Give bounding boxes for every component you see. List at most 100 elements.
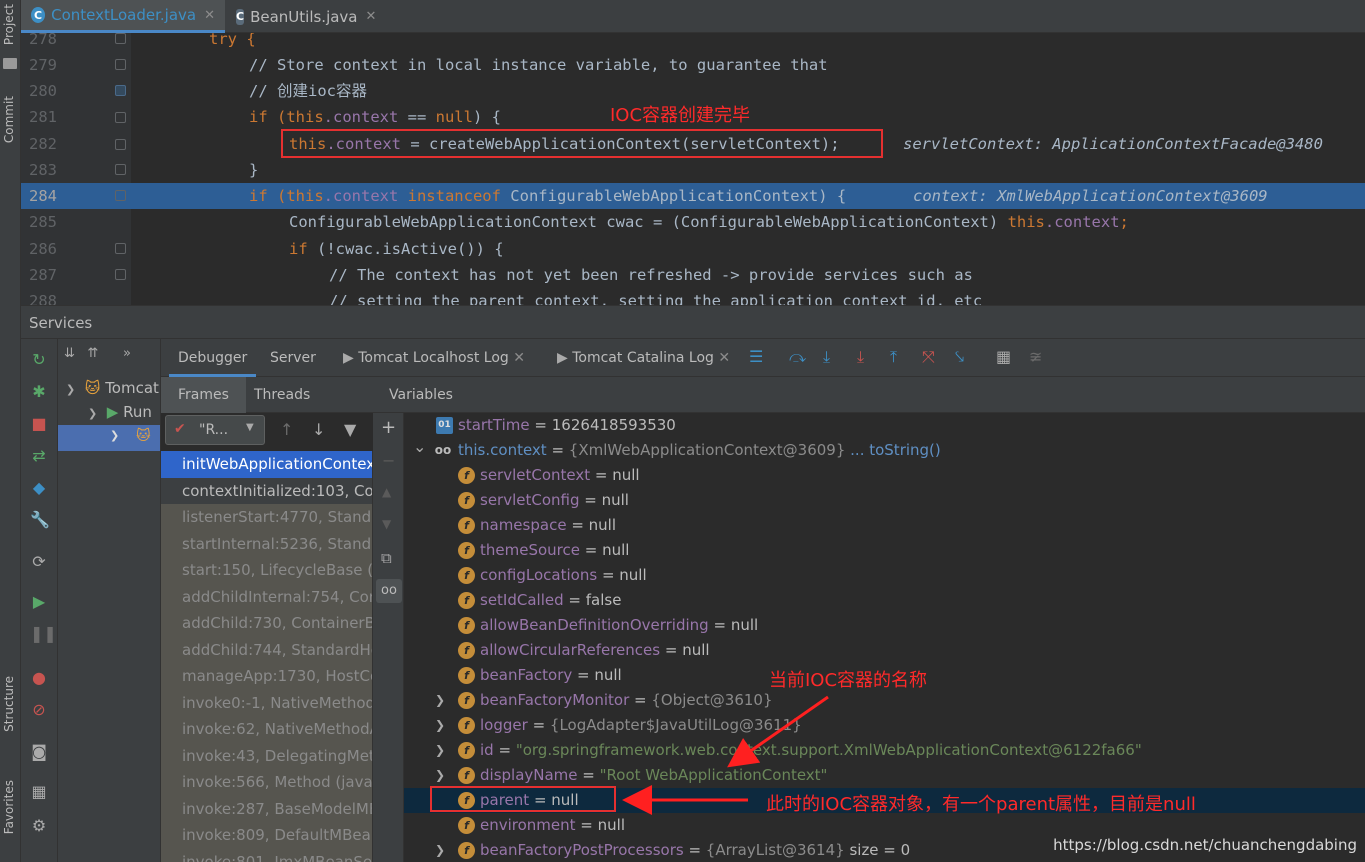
remove-watch-icon[interactable]: − xyxy=(382,451,395,470)
variable-row[interactable]: f themeSource = null xyxy=(404,538,1365,563)
trace-icon[interactable]: ≆ xyxy=(1029,347,1042,366)
code-editor[interactable]: 278 try { 279// Store context in local in… xyxy=(21,33,1365,305)
variable-row[interactable]: 01 startTime = 1626418593530 xyxy=(404,413,1365,438)
fold-marker-icon[interactable] xyxy=(115,243,126,254)
fold-marker-icon[interactable] xyxy=(115,164,126,175)
variable-row[interactable]: f setIdCalled = false xyxy=(404,588,1365,613)
commit-tool-tab[interactable]: Commit xyxy=(2,96,16,143)
tree-item-tomcat[interactable]: ❯ 🐱 Tomcat xyxy=(66,376,159,400)
frame-item[interactable]: contextInitialized:103, Cor xyxy=(161,478,372,505)
layout-icon[interactable]: ▦ xyxy=(30,783,48,801)
tostring-link[interactable]: ... toString() xyxy=(845,441,941,459)
close-icon[interactable]: ✕ xyxy=(718,350,730,366)
more-icon[interactable]: » xyxy=(123,346,131,361)
variable-row[interactable]: f servletConfig = null xyxy=(404,488,1365,513)
chevron-down-icon[interactable]: ⌄ xyxy=(413,434,426,459)
copy-icon[interactable]: ⧉ xyxy=(381,549,392,567)
frame-item[interactable]: invoke:43, DelegatingMet xyxy=(161,742,372,769)
tab-beanutils[interactable]: C BeanUtils.java ✕ xyxy=(226,0,386,33)
artifact-icon[interactable]: ◆ xyxy=(30,479,48,497)
tab-localhost-log[interactable]: ▶ Tomcat Localhost Log ✕ xyxy=(343,339,525,377)
frame-item[interactable]: startInternal:5236, Standa xyxy=(161,530,372,557)
view-breakpoints-icon[interactable]: ● xyxy=(30,669,48,687)
variable-row[interactable]: f servletContext = null xyxy=(404,463,1365,488)
frame-item[interactable]: addChild:744, StandardHo xyxy=(161,636,372,663)
chevron-right-icon[interactable]: ❯ xyxy=(435,738,445,763)
variable-row[interactable]: f namespace = null xyxy=(404,513,1365,538)
variable-row[interactable]: ❯ f logger = {LogAdapter$JavaUtilLog@3611} xyxy=(404,713,1365,738)
variable-row[interactable]: f configLocations = null xyxy=(404,563,1365,588)
tab-catalina-log[interactable]: ▶ Tomcat Catalina Log ✕ xyxy=(557,339,730,377)
chevron-right-icon[interactable]: ❯ xyxy=(435,763,445,788)
move-down-icon[interactable]: ▼ xyxy=(382,517,391,531)
chevron-right-icon[interactable]: ❯ xyxy=(435,713,445,738)
show-execution-point-icon[interactable]: ☰ xyxy=(749,347,763,366)
chevron-right-icon[interactable]: ❯ xyxy=(435,688,445,713)
expand-all-icon[interactable]: ⇊ xyxy=(64,346,75,361)
variable-row[interactable]: ⌄ oo this.context = {XmlWebApplicationCont… xyxy=(404,437,1365,463)
move-up-icon[interactable]: ▲ xyxy=(382,485,391,499)
tab-frames[interactable]: Frames xyxy=(161,377,246,413)
frame-up-icon[interactable]: ↑ xyxy=(280,420,293,439)
frame-item[interactable]: invoke:809, DefaultMBean xyxy=(161,822,372,849)
variable-row[interactable]: f allowBeanDefinitionOverriding = null xyxy=(404,613,1365,638)
stop-icon[interactable]: ■ xyxy=(30,415,48,433)
fold-marker-icon[interactable] xyxy=(115,59,126,70)
force-step-into-icon[interactable]: ⤓ xyxy=(857,347,864,367)
tab-contextloader[interactable]: C ContextLoader.java ✕ xyxy=(21,0,225,33)
close-icon[interactable]: ✕ xyxy=(366,9,377,24)
camera-icon[interactable]: ◙ xyxy=(30,743,48,761)
variable-row[interactable]: f allowCircularReferences = null xyxy=(404,638,1365,663)
tab-debugger[interactable]: Debugger xyxy=(169,339,257,377)
frame-item[interactable]: invoke0:-1, NativeMethod xyxy=(161,689,372,716)
fold-marker-icon[interactable] xyxy=(115,190,126,201)
favorites-tool-tab[interactable]: Favorites xyxy=(2,780,16,834)
frame-item[interactable]: manageApp:1730, HostCo xyxy=(161,663,372,690)
frame-item[interactable]: invoke:287, BaseModelMB xyxy=(161,795,372,822)
frame-item[interactable]: invoke:62, NativeMethodA xyxy=(161,716,372,743)
tab-threads[interactable]: Threads xyxy=(254,377,310,413)
fold-marker-icon[interactable] xyxy=(115,112,126,123)
collapse-all-icon[interactable]: ⇈ xyxy=(87,346,98,361)
settings-gear-icon[interactable]: ⚙ xyxy=(30,817,48,835)
tree-item-run[interactable]: ❯ ▶ Run xyxy=(88,400,152,424)
resume-icon[interactable]: ▶ xyxy=(30,593,48,611)
fold-marker-icon[interactable] xyxy=(115,85,126,96)
frame-item[interactable]: invoke:566, Method (java. xyxy=(161,769,372,796)
debug-icon[interactable]: ✱ xyxy=(30,383,48,401)
step-over-icon[interactable]: ⤼ xyxy=(789,347,806,367)
project-tool-tab[interactable]: Project xyxy=(2,4,16,45)
deploy-icon[interactable]: ⇄ xyxy=(30,447,48,465)
thread-selector[interactable]: ✔ "R... ▼ xyxy=(165,415,265,445)
frame-down-icon[interactable]: ↓ xyxy=(312,420,325,439)
tree-item-selected[interactable]: ❯ 🐱 xyxy=(58,425,160,451)
close-icon[interactable]: ✕ xyxy=(513,350,525,366)
frame-item[interactable]: start:150, LifecycleBase (o xyxy=(161,557,372,584)
variable-row[interactable]: ❯ f displayName = "Root WebApplicationCont… xyxy=(404,763,1365,788)
frame-item[interactable]: addChild:730, ContainerBa xyxy=(161,610,372,637)
wrench-icon[interactable]: 🔧 xyxy=(30,511,50,529)
frame-item[interactable]: addChildInternal:754, Con xyxy=(161,583,372,610)
fold-marker-icon[interactable] xyxy=(115,269,126,280)
variable-row[interactable]: f environment = null xyxy=(404,813,1365,838)
step-out-icon[interactable]: ⤒ xyxy=(890,347,897,367)
structure-tool-tab[interactable]: Structure xyxy=(2,676,16,732)
run-to-cursor-icon[interactable]: ⤥ xyxy=(955,347,964,367)
frame-item[interactable]: invoke:801, JmxMBeanSer xyxy=(161,848,372,862)
watches-glasses-icon[interactable]: oo xyxy=(376,579,402,603)
add-watch-icon[interactable]: + xyxy=(381,417,396,438)
fold-marker-icon[interactable] xyxy=(115,33,126,44)
rerun-icon[interactable]: ↻ xyxy=(30,351,48,369)
pause-icon[interactable]: ❚❚ xyxy=(30,625,57,643)
frame-item[interactable]: initWebApplicationContex xyxy=(161,451,372,478)
filter-icon[interactable]: ▼ xyxy=(344,420,356,439)
close-icon[interactable]: ✕ xyxy=(204,8,215,23)
drop-frame-icon[interactable]: ⤧ xyxy=(922,347,935,367)
evaluate-expression-icon[interactable]: ▦ xyxy=(996,347,1011,366)
tab-server[interactable]: Server xyxy=(270,339,316,377)
frame-item[interactable]: listenerStart:4770, Standa xyxy=(161,504,372,531)
chevron-right-icon[interactable]: ❯ xyxy=(435,838,445,862)
mute-breakpoints-icon[interactable]: ⊘ xyxy=(30,701,48,719)
refresh-icon[interactable]: ⟳ xyxy=(30,553,48,571)
step-into-icon[interactable]: ⤓ xyxy=(823,347,830,367)
